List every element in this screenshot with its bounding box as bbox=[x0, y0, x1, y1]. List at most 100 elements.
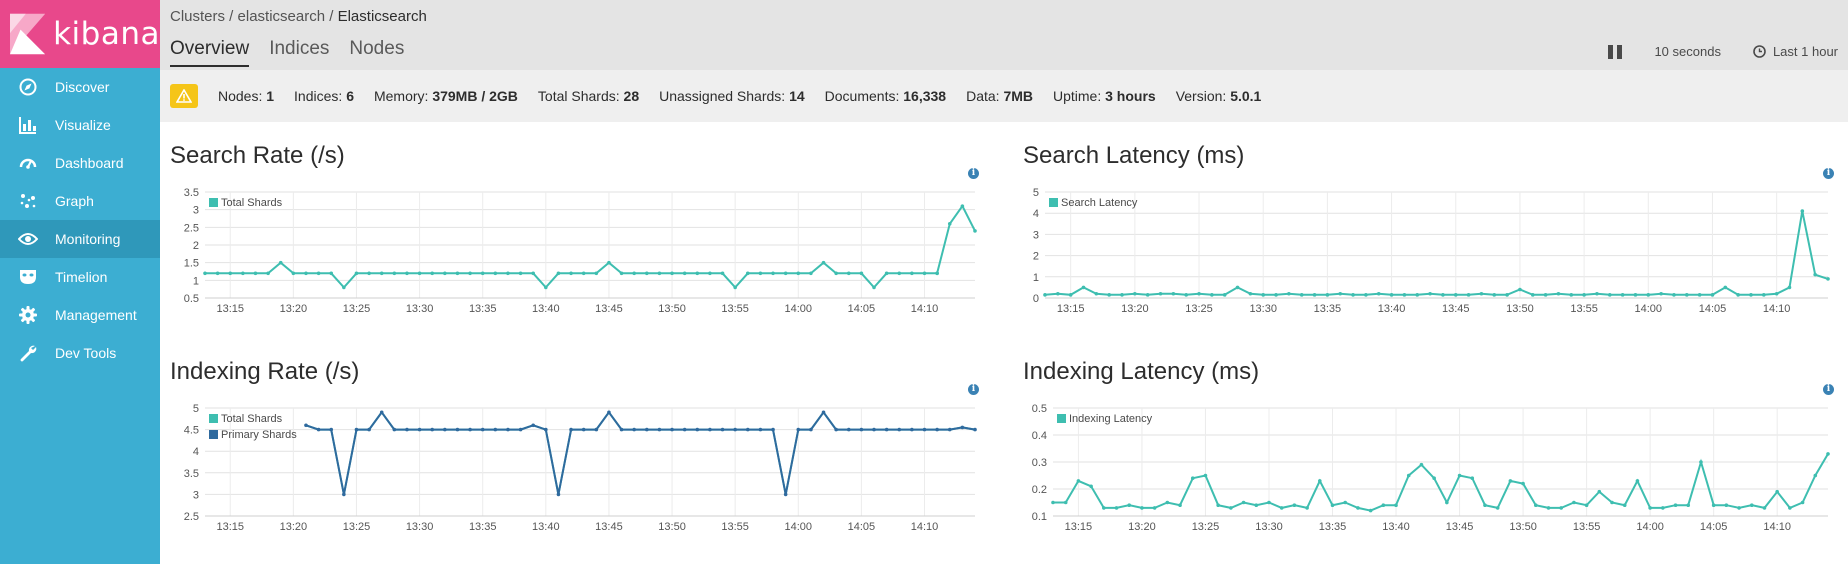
data-point bbox=[417, 427, 422, 432]
sidebar-item-discover[interactable]: Discover bbox=[0, 68, 160, 106]
x-tick-label: 13:35 bbox=[469, 521, 497, 533]
data-point bbox=[884, 271, 889, 276]
tab-nodes[interactable]: Nodes bbox=[349, 38, 404, 67]
data-point bbox=[1356, 506, 1360, 510]
data-point bbox=[935, 427, 939, 432]
data-point bbox=[1120, 293, 1124, 297]
data-point bbox=[821, 260, 826, 265]
y-tick-label: 2.5 bbox=[184, 222, 199, 234]
data-point bbox=[960, 204, 965, 208]
y-tick-label: 3.5 bbox=[184, 468, 199, 480]
kibana-logo-icon bbox=[10, 13, 46, 55]
breadcrumb-cluster-name[interactable]: elasticsearch bbox=[238, 8, 326, 25]
breadcrumb-clusters[interactable]: Clusters bbox=[170, 8, 225, 25]
y-tick-label: 4.5 bbox=[184, 425, 199, 437]
pause-icon[interactable] bbox=[1608, 44, 1623, 59]
data-point bbox=[846, 427, 851, 432]
stat-nodes: Nodes: 1 bbox=[218, 88, 275, 104]
y-tick-label: 0.2 bbox=[1032, 484, 1047, 496]
data-point bbox=[796, 427, 801, 432]
data-point bbox=[834, 427, 838, 432]
data-point bbox=[1788, 506, 1792, 510]
data-point bbox=[771, 271, 775, 276]
data-point bbox=[443, 271, 447, 276]
data-point bbox=[493, 427, 498, 432]
data-point bbox=[670, 427, 674, 432]
x-tick-label: 13:40 bbox=[532, 303, 560, 312]
sidebar-item-label: Dashboard bbox=[55, 155, 124, 171]
data-point bbox=[682, 427, 687, 432]
data-point bbox=[783, 492, 788, 497]
sidebar-item-visualize[interactable]: Visualize bbox=[0, 106, 160, 144]
data-point bbox=[1813, 272, 1817, 277]
data-point bbox=[1107, 293, 1111, 297]
data-point bbox=[1102, 506, 1106, 510]
data-point bbox=[1479, 291, 1484, 296]
legend-label: Total Shards bbox=[221, 413, 283, 425]
eye-icon bbox=[18, 229, 38, 249]
legend-swatch bbox=[209, 414, 218, 423]
x-tick-label: 13:50 bbox=[1509, 521, 1537, 533]
sidebar-item-timelion[interactable]: Timelion bbox=[0, 258, 160, 296]
x-tick-label: 13:30 bbox=[406, 303, 434, 312]
sidebar-item-dashboard[interactable]: Dashboard bbox=[0, 144, 160, 182]
sidebar-item-dev-tools[interactable]: Dev Tools bbox=[0, 334, 160, 372]
refresh-interval[interactable]: 10 seconds bbox=[1654, 44, 1721, 59]
data-point bbox=[1556, 291, 1561, 296]
data-point bbox=[544, 427, 548, 432]
x-tick-label: 14:10 bbox=[911, 521, 939, 533]
data-point bbox=[1229, 506, 1233, 510]
data-point bbox=[1686, 503, 1691, 507]
legend-swatch bbox=[1049, 198, 1058, 207]
stat-total-shards: Total Shards: 28 bbox=[537, 88, 640, 104]
data-point bbox=[1569, 293, 1574, 297]
time-range-picker[interactable]: Last 1 hour bbox=[1753, 44, 1838, 59]
tab-indices[interactable]: Indices bbox=[269, 38, 329, 67]
data-point bbox=[1775, 489, 1779, 494]
x-tick-label: 14:05 bbox=[848, 521, 876, 533]
data-point bbox=[708, 427, 712, 432]
data-point bbox=[922, 271, 927, 276]
data-point bbox=[569, 271, 573, 276]
data-point bbox=[859, 271, 864, 276]
indexing-latency-chart: 0.1 0.2 0.3 0.4 0.5 13:15 13:20 13:25 13:30 13:35… bbox=[1032, 403, 1830, 533]
data-point bbox=[1620, 293, 1625, 297]
sidebar-item-label: Discover bbox=[55, 79, 110, 95]
x-tick-label: 14:00 bbox=[785, 521, 813, 533]
sidebar-item-graph[interactable]: Graph bbox=[0, 182, 160, 220]
sidebar-nav: Discover Visualize Dashboard Graph Monit… bbox=[0, 68, 160, 372]
data-point bbox=[1158, 291, 1163, 296]
data-point bbox=[1419, 462, 1424, 467]
sidebar-item-monitoring[interactable]: Monitoring bbox=[0, 220, 160, 258]
x-tick-label: 13:30 bbox=[1249, 303, 1277, 312]
data-point bbox=[392, 271, 397, 276]
data-point bbox=[657, 427, 662, 432]
data-point bbox=[1724, 503, 1729, 507]
data-point bbox=[1318, 479, 1322, 483]
data-point bbox=[354, 427, 359, 432]
x-tick-label: 13:45 bbox=[595, 303, 623, 312]
data-point bbox=[1622, 503, 1627, 507]
legend-label: Total Shards bbox=[221, 197, 283, 209]
x-tick-label: 13:45 bbox=[1442, 303, 1470, 312]
data-point bbox=[1364, 293, 1368, 297]
data-point bbox=[392, 427, 397, 432]
data-point bbox=[1279, 506, 1284, 510]
breadcrumb-current: Elasticsearch bbox=[337, 8, 427, 25]
data-point bbox=[1572, 500, 1576, 505]
breadcrumb: Clusters / elasticsearch / Elasticsearch bbox=[170, 8, 427, 25]
data-point bbox=[1190, 476, 1195, 480]
timelion-mask-icon bbox=[18, 267, 38, 287]
data-point bbox=[1145, 293, 1150, 297]
data-point bbox=[1762, 293, 1766, 297]
tab-overview[interactable]: Overview bbox=[170, 38, 250, 67]
sidebar-item-management[interactable]: Management bbox=[0, 296, 160, 334]
data-point bbox=[304, 271, 308, 276]
kibana-logo[interactable]: kibana bbox=[0, 0, 160, 68]
data-point bbox=[1673, 503, 1678, 507]
data-point bbox=[1595, 291, 1599, 296]
data-point bbox=[329, 271, 334, 276]
stat-unassigned-shards: Unassigned Shards: 14 bbox=[659, 88, 805, 104]
sidebar-item-label: Graph bbox=[55, 193, 94, 209]
data-point bbox=[1607, 293, 1612, 297]
